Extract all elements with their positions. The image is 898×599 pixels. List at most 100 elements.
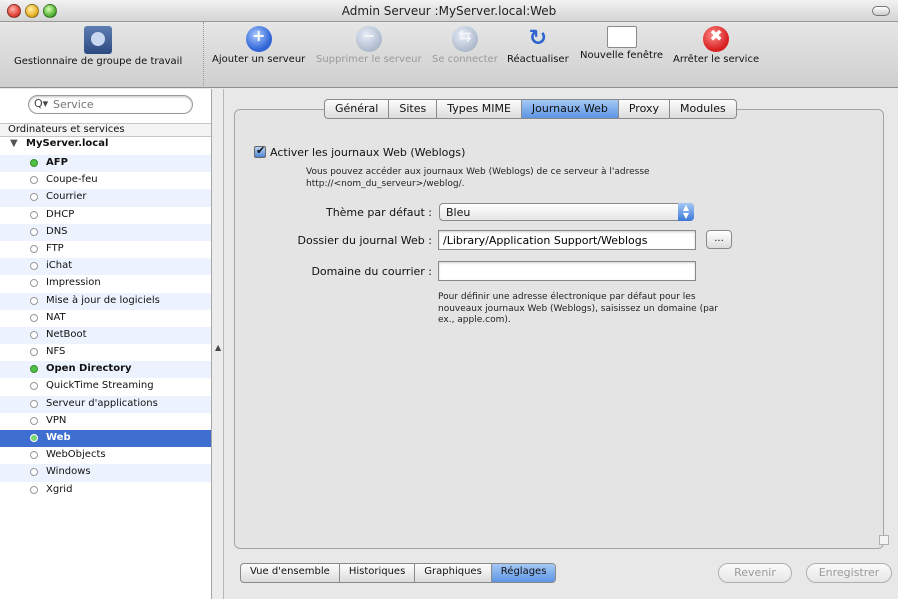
service-item[interactable]: FTP (0, 241, 211, 258)
refresh-label: Réactualiser (507, 54, 569, 65)
tab-mime-types[interactable]: Types MIME (437, 100, 522, 118)
service-name: NFS (46, 346, 66, 358)
stop-service-button[interactable]: ✖ Arrêter le service (673, 26, 759, 65)
tab-sites[interactable]: Sites (389, 100, 438, 118)
add-server-icon: + (245, 26, 272, 52)
service-item[interactable]: NetBoot (0, 326, 211, 345)
service-name: Serveur d'applications (46, 397, 158, 409)
service-name: QuickTime Streaming (46, 380, 154, 392)
window-title: Admin Serveur :MyServer.local:Web (341, 4, 557, 18)
connect-label: Se connecter (432, 54, 498, 65)
weblogs-description: Vous pouvez accéder aux journaux Web (We… (306, 167, 650, 189)
workgroup-manager-label: Gestionnaire de groupe de travail (14, 56, 183, 67)
enable-weblogs-checkbox[interactable]: Activer les journaux Web (Weblogs) (254, 144, 466, 159)
enable-weblogs-label: Activer les journaux Web (Weblogs) (270, 145, 466, 159)
service-status-icon (30, 279, 38, 288)
service-item[interactable]: Mise à jour de logiciels (0, 292, 211, 310)
service-name: Coupe-feu (46, 174, 98, 186)
service-name: Xgrid (46, 483, 73, 495)
service-item[interactable]: DHCP (0, 207, 211, 224)
service-item[interactable]: iChat (0, 258, 211, 276)
service-item[interactable]: Courrier (0, 189, 211, 207)
service-status-icon (30, 313, 38, 322)
service-status-icon (30, 176, 38, 185)
service-list: AFP Coupe-feu Courrier DHCP DNS FTP iChat Impre… (0, 155, 211, 499)
toolbar-toggle-button[interactable] (872, 6, 890, 16)
splitter-arrow-icon[interactable]: ▲ (215, 343, 221, 352)
workgroup-manager-button[interactable]: Gestionnaire de groupe de travail (0, 22, 204, 88)
service-status-icon (30, 468, 38, 477)
new-window-icon (606, 26, 637, 48)
tab-weblogs[interactable]: Journaux Web (521, 100, 619, 118)
main-panel: Général Sites Types MIME Journaux Web Pr… (224, 89, 898, 599)
service-name: Mise à jour de logiciels (46, 294, 160, 306)
stop-service-icon: ✖ (703, 26, 730, 52)
service-status-icon (30, 382, 38, 391)
service-status-icon (30, 330, 38, 339)
save-button[interactable]: Enregistrer (806, 563, 892, 583)
tab-modules[interactable]: Modules (670, 100, 736, 118)
overview-button[interactable]: Vue d'ensemble (241, 564, 340, 582)
revert-button[interactable]: Revenir (718, 563, 792, 583)
remove-server-icon: − (355, 26, 382, 52)
disclosure-triangle-icon[interactable]: ▼ (10, 138, 26, 149)
service-item[interactable]: Serveur d'applications (0, 395, 211, 413)
service-status-icon (30, 159, 38, 167)
mail-domain-input[interactable] (438, 261, 696, 281)
service-item[interactable]: NAT (0, 310, 211, 327)
connect-icon: ⇆ (451, 26, 478, 52)
service-status-icon (30, 348, 38, 357)
search-icon[interactable]: Q▾ (34, 97, 48, 110)
service-name: DHCP (46, 208, 75, 220)
service-name: Open Directory (46, 363, 132, 375)
service-item[interactable]: Xgrid (0, 482, 211, 499)
list-header[interactable]: Ordinateurs et services (0, 123, 211, 137)
add-server-button[interactable]: + Ajouter un serveur (212, 26, 305, 65)
theme-label: Thème par défaut : (325, 206, 432, 219)
checkbox-icon[interactable] (254, 144, 266, 158)
connect-button[interactable]: ⇆ Se connecter (432, 26, 498, 65)
service-item[interactable]: QuickTime Streaming (0, 378, 211, 395)
tab-general[interactable]: Général (325, 100, 390, 118)
service-item[interactable]: VPN (0, 413, 211, 430)
settings-button[interactable]: Réglages (491, 564, 556, 582)
browse-button[interactable]: ... (706, 230, 732, 249)
refresh-button[interactable]: ↻ Réactualiser (507, 26, 569, 65)
service-item[interactable]: WebObjects (0, 447, 211, 464)
service-item[interactable]: Impression (0, 275, 211, 292)
service-item[interactable]: Coupe-feu (0, 172, 211, 189)
service-status-icon (30, 262, 38, 271)
mail-domain-hint: Pour définir une adresse électronique pa… (438, 292, 719, 325)
tab-bar: Général Sites Types MIME Journaux Web Pr… (324, 99, 737, 119)
tab-proxy[interactable]: Proxy (619, 100, 670, 118)
service-item[interactable]: DNS (0, 223, 211, 241)
search-field[interactable]: Q▾ (28, 95, 193, 114)
service-item[interactable]: Windows (0, 464, 211, 482)
new-window-label: Nouvelle fenêtre (580, 50, 664, 61)
logs-button[interactable]: Historiques (340, 564, 416, 582)
stop-service-label: Arrêter le service (673, 54, 760, 65)
search-input[interactable] (51, 97, 186, 112)
service-item[interactable]: NFS (0, 344, 211, 361)
service-item[interactable]: Web (0, 430, 211, 448)
resize-icon[interactable] (879, 535, 889, 545)
service-status-icon (30, 210, 38, 219)
workgroup-manager-item[interactable]: Gestionnaire de groupe de travail (14, 26, 182, 67)
service-item[interactable]: AFP (0, 155, 211, 173)
service-status-icon (30, 434, 38, 442)
service-status-icon (30, 193, 38, 202)
service-name: VPN (46, 414, 67, 426)
remove-server-button[interactable]: − Supprimer le serveur (316, 26, 422, 65)
service-name: FTP (46, 242, 64, 254)
graphs-button[interactable]: Graphiques (415, 564, 492, 582)
service-status-icon (30, 296, 38, 305)
service-status-icon (30, 485, 38, 494)
popup-arrows-icon[interactable]: ▲ ▼ (678, 203, 694, 221)
service-item[interactable]: Open Directory (0, 361, 211, 379)
new-window-button[interactable]: Nouvelle fenêtre (580, 26, 663, 61)
bottom-view-bar: Vue d'ensemble Historiques Graphiques Ré… (240, 563, 557, 583)
folder-input[interactable] (438, 230, 696, 250)
theme-popup[interactable]: Bleu ▲ ▼ (439, 203, 694, 221)
sidebar-splitter[interactable]: ▲ (212, 89, 224, 599)
server-row[interactable]: ▼ MyServer.local (0, 138, 211, 155)
